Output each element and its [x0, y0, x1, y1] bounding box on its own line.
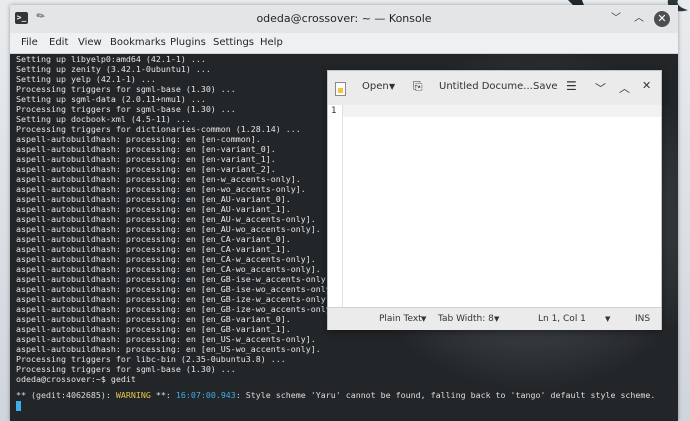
cursor-position[interactable]: Ln 1, Col 1 — [538, 314, 586, 324]
chevron-down-icon[interactable]: ▼ — [421, 315, 426, 323]
text-editor-area[interactable]: 1 — [328, 105, 661, 307]
line-number: 1 — [331, 106, 337, 116]
warning-level: WARNING — [115, 390, 151, 400]
terminal-lines: Setting up libyelp0:amd64 (42.1-1) ... Se… — [16, 54, 341, 384]
terminal-line: aspell-autobuildhash: processing: en [en… — [16, 204, 291, 214]
gedit-headerbar[interactable]: Open ▼ ⎘ Untitled Docume... Save ☰ ﹀ ︿ ✕ — [328, 71, 661, 106]
chevron-down-icon[interactable]: ▼ — [494, 315, 499, 323]
close-icon[interactable]: ✕ — [642, 79, 651, 92]
warning-timestamp: 16:07:00.943 — [175, 390, 236, 400]
minimize-icon[interactable]: ﹀ — [595, 80, 606, 96]
terminal-line: aspell-autobuildhash: processing: en [en… — [16, 214, 316, 224]
window-title: odeda@crossover: ~ — Konsole — [256, 12, 432, 25]
terminal-line: Processing triggers for dictionaries-com… — [16, 124, 301, 134]
maximize-icon[interactable]: ︿ — [631, 11, 647, 27]
menu-view[interactable]: View — [78, 37, 102, 48]
terminal-line: aspell-autobuildhash: processing: en [en… — [16, 334, 316, 344]
terminal-line: Processing triggers for sgml-base (1.30)… — [16, 364, 236, 374]
terminal-line: Setting up zenity (3.42.1-0ubuntu1) ... — [16, 64, 211, 74]
terminal-line: aspell-autobuildhash: processing: en [en… — [16, 274, 336, 284]
current-line-highlight — [343, 105, 661, 117]
terminal-line: aspell-autobuildhash: processing: en [en… — [16, 154, 276, 164]
terminal-line: aspell-autobuildhash: processing: en [en… — [16, 314, 291, 324]
terminal-line: aspell-autobuildhash: processing: en [en… — [16, 294, 336, 304]
terminal-line: aspell-autobuildhash: processing: en [en… — [16, 224, 321, 234]
warning-message: : Style scheme 'Yaru' cannot be found, f… — [235, 390, 656, 400]
document-icon — [335, 82, 346, 96]
terminal-line: Processing triggers for sgml-base (1.30)… — [16, 84, 236, 94]
menu-settings[interactable]: Settings — [213, 37, 254, 48]
terminal-line: aspell-autobuildhash: processing: en [en… — [16, 344, 321, 354]
chevron-down-icon[interactable]: ▼ — [605, 315, 610, 323]
terminal-line: odeda@crossover:~$ gedit — [16, 374, 136, 384]
terminal-line: aspell-autobuildhash: processing: en [en… — [16, 244, 291, 254]
language-selector[interactable]: Plain Text — [379, 314, 422, 324]
konsole-menubar: File Edit View Bookmarks Plugins Setting… — [10, 33, 678, 54]
menu-edit[interactable]: Edit — [49, 37, 68, 48]
hamburger-menu-icon[interactable]: ☰ — [566, 79, 577, 93]
menu-file[interactable]: File — [21, 37, 38, 48]
terminal-line: aspell-autobuildhash: processing: en [en… — [16, 174, 301, 184]
document-title: Untitled Docume... — [439, 81, 533, 92]
konsole-titlebar[interactable]: >_ ✎ odeda@crossover: ~ — Konsole ﹀ ︿ ✕ — [10, 5, 678, 33]
terminal-line: aspell-autobuildhash: processing: en [en… — [16, 304, 341, 314]
terminal-line: aspell-autobuildhash: processing: en [en… — [16, 184, 306, 194]
terminal-line: Setting up docbook-xml (4.5-11) ... — [16, 114, 191, 124]
tab-width-selector[interactable]: Tab Width: 8 — [438, 314, 494, 324]
terminal-line: aspell-autobuildhash: processing: en [en… — [16, 254, 316, 264]
line-number-gutter: 1 — [328, 105, 343, 307]
terminal-line: Processing triggers for sgml-base (1.30)… — [16, 104, 236, 114]
terminal-line: aspell-autobuildhash: processing: en [en… — [16, 284, 341, 294]
warning-prefix: ** (gedit:4062685): — [16, 390, 116, 400]
close-icon[interactable]: ✕ — [654, 11, 670, 27]
terminal-line: aspell-autobuildhash: processing: en [en… — [16, 264, 321, 274]
warning-separator: **: — [150, 390, 176, 400]
save-button[interactable]: Save — [533, 81, 558, 92]
menu-bookmarks[interactable]: Bookmarks — [110, 37, 166, 48]
gedit-window: Open ▼ ⎘ Untitled Docume... Save ☰ ﹀ ︿ ✕… — [327, 70, 662, 330]
chevron-down-icon[interactable]: ▼ — [389, 82, 395, 91]
terminal-line: aspell-autobuildhash: processing: en [en… — [16, 144, 276, 154]
open-button[interactable]: Open — [362, 81, 389, 92]
menu-help[interactable]: Help — [260, 37, 283, 48]
terminal-line: Setting up sgml-data (2.0.11+nmu1) ... — [16, 94, 206, 104]
gedit-statusbar: Plain Text ▼ Tab Width: 8 ▼ Ln 1, Col 1 … — [328, 307, 661, 330]
maximize-icon[interactable]: ︿ — [619, 80, 630, 96]
terminal-line: aspell-autobuildhash: processing: en [en… — [16, 324, 291, 334]
terminal-line: Setting up yelp (42.1-1) ... — [16, 74, 156, 84]
menu-plugins[interactable]: Plugins — [170, 37, 206, 48]
terminal-line: Setting up libyelp0:amd64 (42.1-1) ... — [16, 54, 206, 64]
terminal-line: aspell-autobuildhash: processing: en [en… — [16, 164, 276, 174]
insert-mode-indicator: INS — [635, 314, 651, 324]
new-tab-icon[interactable]: ⎘ — [413, 79, 423, 94]
gedit-warning-line: ** (gedit:4062685): WARNING **: 16:07:00… — [16, 390, 655, 400]
terminal-cursor — [16, 401, 21, 411]
terminal-line: aspell-autobuildhash: processing: en [en… — [16, 194, 291, 204]
terminal-line: Processing triggers for libc-bin (2.35-0… — [16, 354, 286, 364]
terminal-line: aspell-autobuildhash: processing: en [en… — [16, 234, 291, 244]
terminal-line: aspell-autobuildhash: processing: en [en… — [16, 134, 261, 144]
minimize-icon[interactable]: ﹀ — [608, 11, 624, 27]
